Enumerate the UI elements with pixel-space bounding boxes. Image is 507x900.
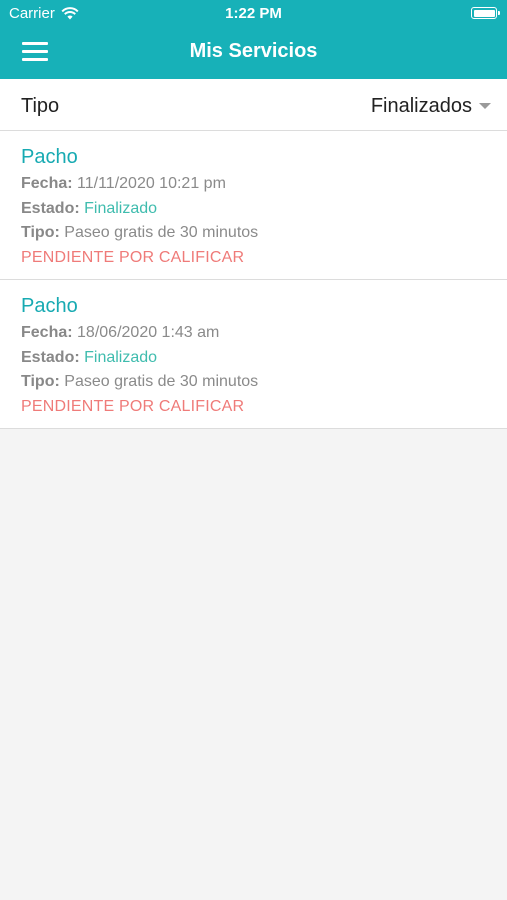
service-date: 18/06/2020 1:43 am	[77, 324, 220, 341]
estado-label: Estado:	[21, 199, 80, 217]
status-filter-dropdown[interactable]: Finalizados	[371, 95, 491, 118]
service-card[interactable]: Pacho Fecha: 11/11/2020 10:21 pm Estado:…	[0, 131, 507, 280]
service-status-line: Estado: Finalizado	[21, 197, 486, 222]
service-list: Pacho Fecha: 11/11/2020 10:21 pm Estado:…	[0, 131, 507, 429]
service-date-line: Fecha: 11/11/2020 10:21 pm	[21, 172, 486, 197]
service-type: Paseo gratis de 30 minutos	[64, 224, 259, 241]
pet-name: Pacho	[21, 295, 78, 317]
fecha-label: Fecha:	[21, 324, 73, 341]
filter-label: Tipo	[21, 95, 60, 117]
service-type-line: Tipo: Paseo gratis de 30 minutos	[21, 221, 486, 246]
page-title: Mis Servicios	[189, 40, 318, 62]
status-time: 1:22 PM	[225, 5, 282, 22]
caret-down-icon	[479, 102, 491, 109]
pending-rating-label: PENDIENTE POR CALIFICAR	[21, 397, 245, 415]
nav-bar: Mis Servicios	[0, 26, 507, 79]
status-bar: Carrier 1:22 PM	[0, 0, 507, 26]
service-type-line: Tipo: Paseo gratis de 30 minutos	[21, 370, 486, 395]
tipo-label: Tipo:	[21, 224, 60, 241]
service-status-line: Estado: Finalizado	[21, 346, 486, 371]
fecha-label: Fecha:	[21, 175, 73, 192]
service-status: Finalizado	[84, 348, 158, 366]
top-bar: Carrier 1:22 PM Mis Servicios	[0, 0, 507, 79]
service-date: 11/11/2020 10:21 pm	[77, 175, 226, 192]
battery-icon	[471, 7, 500, 19]
service-date-line: Fecha: 18/06/2020 1:43 am	[21, 321, 486, 346]
service-card[interactable]: Pacho Fecha: 18/06/2020 1:43 am Estado: …	[0, 280, 507, 429]
estado-label: Estado:	[21, 348, 80, 366]
pending-rating-label: PENDIENTE POR CALIFICAR	[21, 248, 245, 266]
pet-name: Pacho	[21, 146, 78, 168]
service-status: Finalizado	[84, 199, 158, 217]
tipo-label: Tipo:	[21, 373, 60, 390]
filter-row: Tipo Finalizados	[0, 79, 507, 131]
filter-selected-value: Finalizados	[370, 95, 472, 117]
service-type: Paseo gratis de 30 minutos	[64, 373, 259, 390]
